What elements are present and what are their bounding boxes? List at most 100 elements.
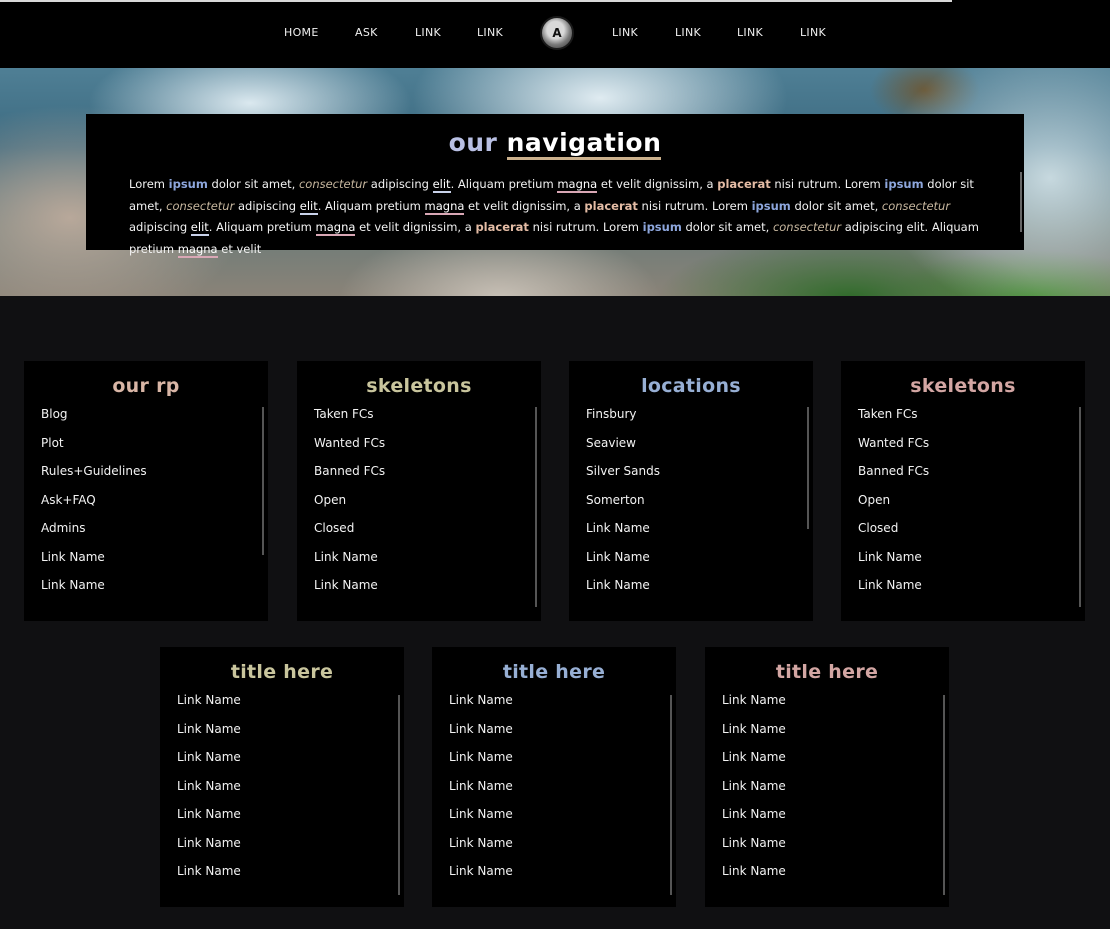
- card-link-list: Link Name Link Name Link Name Link Name …: [449, 693, 513, 893]
- card-link[interactable]: Link Name: [722, 779, 786, 808]
- paragraph-text: Lorem: [129, 177, 169, 191]
- nav-link-6[interactable]: LINK: [675, 26, 701, 39]
- card-link[interactable]: Link Name: [722, 864, 786, 893]
- card-link[interactable]: Plot: [41, 436, 147, 465]
- card-link-list: Taken FCs Wanted FCs Banned FCs Open Clo…: [858, 407, 929, 607]
- card-link[interactable]: Finsbury: [586, 407, 660, 436]
- paragraph-text: dolor sit amet,: [681, 220, 773, 234]
- paragraph-text: adipiscing: [367, 177, 433, 191]
- card-link[interactable]: Link Name: [177, 750, 241, 779]
- magna-highlight: magna: [177, 241, 218, 258]
- card-link[interactable]: Closed: [314, 521, 385, 550]
- card-link[interactable]: Banned FCs: [858, 464, 929, 493]
- nav-link-home[interactable]: HOME: [284, 26, 319, 39]
- card-link[interactable]: Open: [314, 493, 385, 522]
- card-link[interactable]: Banned FCs: [314, 464, 385, 493]
- card-link[interactable]: Rules+Guidelines: [41, 464, 147, 493]
- ipsum-highlight: ipsum: [884, 177, 924, 191]
- nav-link-ask[interactable]: ASK: [355, 26, 378, 39]
- card-title: title here: [775, 661, 879, 683]
- card-our-rp: our rp Blog Plot Rules+Guidelines Ask+FA…: [24, 361, 268, 621]
- card-link[interactable]: Link Name: [722, 836, 786, 865]
- card-link-list: Finsbury Seaview Silver Sands Somerton L…: [586, 407, 660, 607]
- nav-link-7[interactable]: LINK: [737, 26, 763, 39]
- card-link[interactable]: Link Name: [586, 521, 660, 550]
- top-navigation-bar: HOME ASK LINK LINK A LINK LINK LINK LINK: [0, 0, 1110, 68]
- card-link[interactable]: Silver Sands: [586, 464, 660, 493]
- ipsum-highlight: ipsum: [642, 220, 682, 234]
- ipsum-highlight: ipsum: [168, 177, 208, 191]
- intro-scrollbar[interactable]: [1020, 172, 1022, 232]
- card-scrollbar[interactable]: [262, 407, 264, 555]
- elit-highlight: elit: [190, 220, 209, 236]
- magna-highlight: magna: [557, 177, 598, 193]
- card-link[interactable]: Ask+FAQ: [41, 493, 147, 522]
- card-link[interactable]: Wanted FCs: [314, 436, 385, 465]
- paragraph-text: adipiscing: [234, 198, 300, 213]
- card-title: skeletons: [366, 375, 472, 397]
- card-scrollbar[interactable]: [670, 695, 672, 895]
- card-link[interactable]: Link Name: [449, 836, 513, 865]
- card-link[interactable]: Link Name: [722, 750, 786, 779]
- card-link[interactable]: Link Name: [177, 836, 241, 865]
- card-link[interactable]: Link Name: [722, 807, 786, 836]
- card-link[interactable]: Taken FCs: [858, 407, 929, 436]
- card-link[interactable]: Link Name: [722, 722, 786, 751]
- card-link[interactable]: Blog: [41, 407, 147, 436]
- card-link[interactable]: Taken FCs: [314, 407, 385, 436]
- paragraph-text: . Aliquam pretium: [317, 198, 425, 213]
- card-link[interactable]: Link Name: [314, 578, 385, 607]
- card-link[interactable]: Seaview: [586, 436, 660, 465]
- card-link[interactable]: Link Name: [722, 693, 786, 722]
- card-link-list: Taken FCs Wanted FCs Banned FCs Open Clo…: [314, 407, 385, 607]
- card-link[interactable]: Link Name: [41, 550, 147, 579]
- navigation-intro-box: our navigation Lorem ipsum dolor sit ame…: [86, 114, 1024, 258]
- paragraph-text: adipiscing: [129, 220, 191, 234]
- card-skeletons-2: skeletons Taken FCs Wanted FCs Banned FC…: [841, 361, 1085, 621]
- elit-highlight: elit: [299, 198, 318, 215]
- card-link[interactable]: Somerton: [586, 493, 660, 522]
- card-link[interactable]: Link Name: [177, 693, 241, 722]
- card-link[interactable]: Link Name: [449, 807, 513, 836]
- card-link[interactable]: Link Name: [586, 550, 660, 579]
- card-link[interactable]: Link Name: [449, 750, 513, 779]
- card-scrollbar[interactable]: [807, 407, 809, 529]
- card-link[interactable]: Closed: [858, 521, 929, 550]
- card-link-list: Blog Plot Rules+Guidelines Ask+FAQ Admin…: [41, 407, 147, 607]
- card-link[interactable]: Link Name: [449, 864, 513, 893]
- card-scrollbar[interactable]: [398, 695, 400, 895]
- card-link[interactable]: Wanted FCs: [858, 436, 929, 465]
- elit-highlight: elit: [432, 177, 451, 193]
- nav-link-4[interactable]: LINK: [477, 26, 503, 39]
- card-scrollbar[interactable]: [1079, 407, 1081, 607]
- card-title: skeletons: [910, 375, 1016, 397]
- card-link[interactable]: Admins: [41, 521, 147, 550]
- card-scrollbar[interactable]: [535, 407, 537, 607]
- nav-link-8[interactable]: LINK: [800, 26, 826, 39]
- placerat-highlight: placerat: [584, 198, 638, 213]
- card-link[interactable]: Link Name: [858, 550, 929, 579]
- card-title: title here: [502, 661, 606, 683]
- paragraph-text: . Aliquam pretium: [450, 177, 558, 191]
- card-link[interactable]: Link Name: [177, 864, 241, 893]
- card-scrollbar[interactable]: [943, 695, 945, 895]
- card-link[interactable]: Open: [858, 493, 929, 522]
- card-link[interactable]: Link Name: [314, 550, 385, 579]
- card-link[interactable]: Link Name: [177, 779, 241, 808]
- card-link[interactable]: Link Name: [449, 779, 513, 808]
- card-link[interactable]: Link Name: [177, 722, 241, 751]
- card-link[interactable]: Link Name: [858, 578, 929, 607]
- card-link[interactable]: Link Name: [177, 807, 241, 836]
- magna-highlight: magna: [424, 198, 465, 215]
- card-skeletons-1: skeletons Taken FCs Wanted FCs Banned FC…: [297, 361, 541, 621]
- card-link[interactable]: Link Name: [41, 578, 147, 607]
- paragraph-text: . Aliquam pretium: [208, 220, 316, 234]
- card-link[interactable]: Link Name: [449, 693, 513, 722]
- top-border-line: [0, 0, 952, 2]
- nav-link-5[interactable]: LINK: [612, 26, 638, 39]
- site-logo-icon[interactable]: A: [540, 16, 574, 50]
- card-link[interactable]: Link Name: [449, 722, 513, 751]
- page-title-word-2: navigation: [506, 128, 662, 160]
- nav-link-3[interactable]: LINK: [415, 26, 441, 39]
- card-link[interactable]: Link Name: [586, 578, 660, 607]
